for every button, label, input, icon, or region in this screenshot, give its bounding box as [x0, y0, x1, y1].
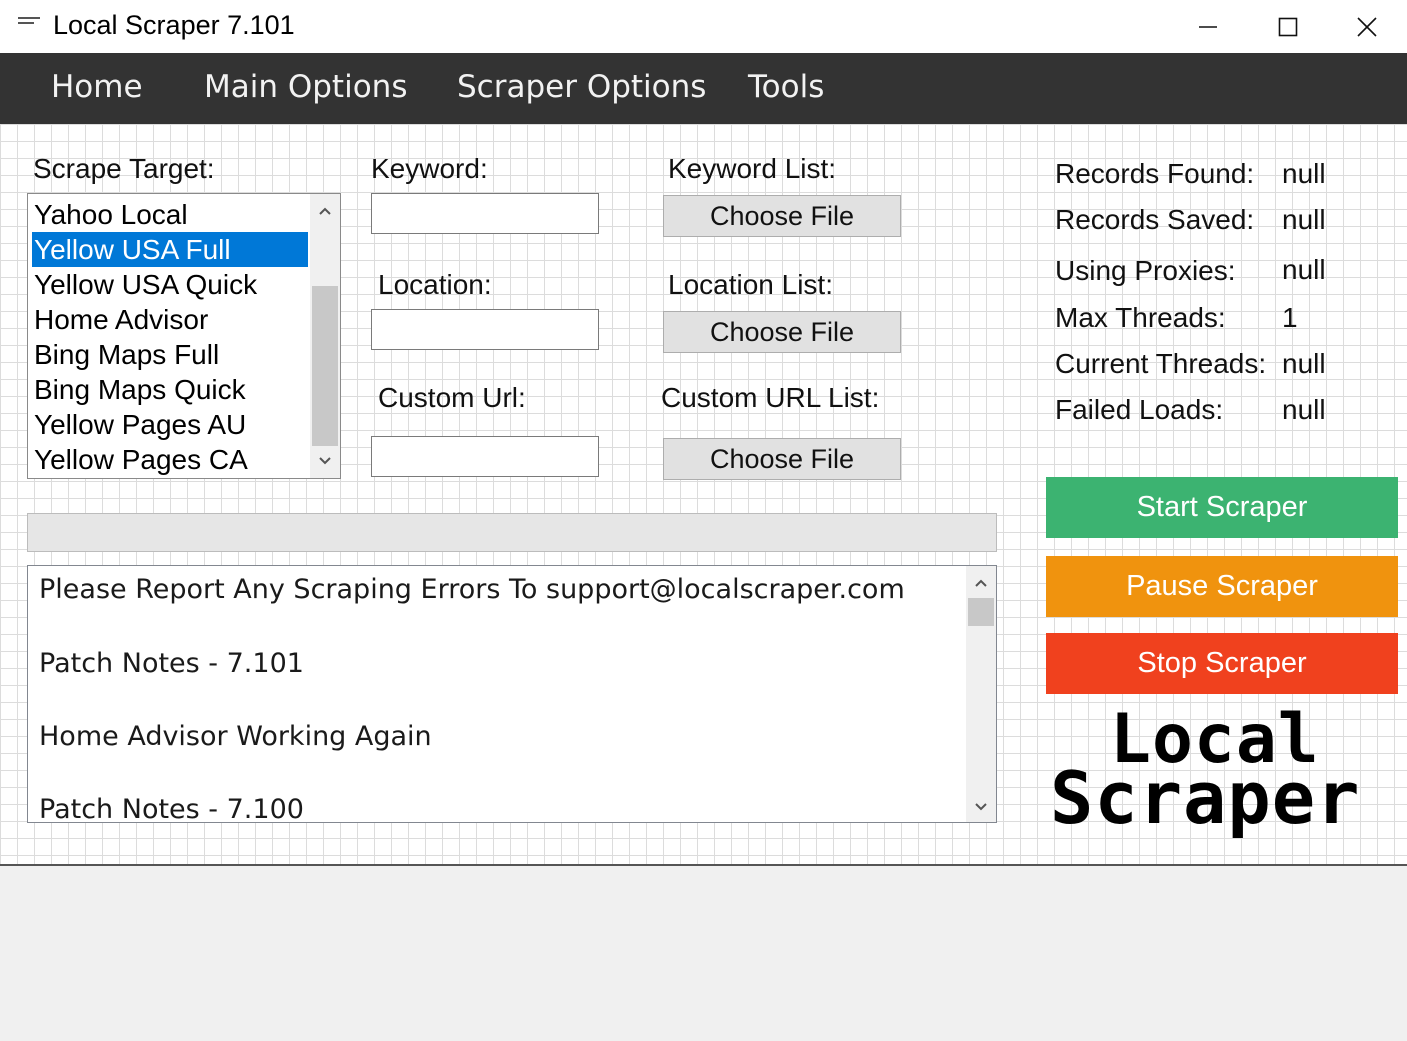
scrape-target-label: Scrape Target:: [33, 153, 215, 184]
log-scroll-up-button[interactable]: [966, 570, 996, 596]
log-line: Please Report Any Scraping Errors To sup…: [39, 574, 905, 605]
log-line: Patch Notes - 7.100: [39, 794, 304, 823]
keyword-list-choose-file-button[interactable]: Choose File: [663, 195, 901, 237]
list-item[interactable]: Yellow Pages AU: [32, 407, 308, 442]
menu-home[interactable]: Home: [51, 69, 143, 105]
log-line: Home Advisor Working Again: [39, 721, 432, 752]
scrape-target-list[interactable]: Yahoo Local Yellow USA Full Yellow USA Q…: [27, 193, 341, 479]
keyword-input[interactable]: [371, 193, 599, 234]
close-icon: [1357, 16, 1377, 37]
location-input[interactable]: [371, 309, 599, 350]
list-item[interactable]: Yellow USA Quick: [32, 267, 308, 302]
using-proxies-value: null: [1282, 254, 1326, 285]
custom-url-list-choose-file-button[interactable]: Choose File: [663, 438, 901, 480]
window-title: Local Scraper 7.101: [53, 10, 295, 40]
minimize-icon: [1199, 25, 1217, 28]
menu-tools[interactable]: Tools: [748, 69, 824, 105]
list-item[interactable]: Bing Maps Quick: [32, 372, 308, 407]
log-line: Patch Notes - 7.101: [39, 648, 304, 679]
records-saved-value: null: [1282, 204, 1326, 235]
app-icon: [18, 17, 40, 29]
custom-url-label: Custom Url:: [378, 382, 526, 413]
chevron-up-icon: [975, 579, 987, 587]
list-scrollbar[interactable]: [310, 194, 340, 478]
list-item[interactable]: Home Advisor: [32, 302, 308, 337]
custom-url-list-label: Custom URL List:: [661, 382, 880, 413]
chevron-down-icon: [319, 457, 331, 465]
current-threads-label: Current Threads:: [1055, 348, 1267, 379]
menu-scraper-options[interactable]: Scraper Options: [457, 69, 706, 105]
logo-line-2: Scraper: [1050, 756, 1361, 840]
chevron-down-icon: [975, 803, 987, 811]
stop-scraper-button[interactable]: Stop Scraper: [1046, 633, 1398, 694]
maximize-icon: [1278, 17, 1298, 36]
start-scraper-button[interactable]: Start Scraper: [1046, 477, 1398, 538]
records-found-label: Records Found:: [1055, 158, 1255, 189]
log-scroll-thumb[interactable]: [968, 598, 994, 626]
list-item-selected[interactable]: Yellow USA Full: [32, 232, 308, 267]
local-scraper-logo: Local Scraper: [1050, 700, 1390, 845]
log-scroll-down-button[interactable]: [966, 794, 996, 820]
title-bar: Local Scraper 7.101: [0, 0, 1407, 53]
records-found-value: null: [1282, 158, 1326, 189]
scroll-up-button[interactable]: [310, 198, 340, 224]
progress-bar: [27, 513, 997, 552]
list-item[interactable]: Yahoo Local: [32, 197, 308, 232]
using-proxies-label: Using Proxies:: [1055, 255, 1236, 286]
scroll-thumb[interactable]: [312, 286, 338, 446]
max-threads-label: Max Threads:: [1055, 302, 1226, 333]
failed-loads-label: Failed Loads:: [1055, 394, 1224, 425]
chevron-up-icon: [319, 207, 331, 215]
scroll-down-button[interactable]: [310, 448, 340, 474]
keyword-label: Keyword:: [371, 153, 488, 184]
max-threads-value: 1: [1282, 302, 1298, 333]
log-scrollbar[interactable]: [966, 566, 996, 822]
custom-url-input[interactable]: [371, 436, 599, 477]
pause-scraper-button[interactable]: Pause Scraper: [1046, 556, 1398, 617]
location-list-label: Location List:: [668, 269, 833, 300]
menu-main-options[interactable]: Main Options: [204, 69, 407, 105]
close-button[interactable]: [1327, 0, 1407, 53]
current-threads-value: null: [1282, 348, 1326, 379]
minimize-button[interactable]: [1168, 0, 1248, 53]
keyword-list-label: Keyword List:: [668, 153, 837, 184]
failed-loads-value: null: [1282, 394, 1326, 425]
bottom-panel: [0, 864, 1407, 1041]
maximize-button[interactable]: [1248, 0, 1328, 53]
records-saved-label: Records Saved:: [1055, 204, 1255, 235]
list-item[interactable]: Yellow Pages CA: [32, 442, 308, 477]
menu-bar: Home Main Options Scraper Options Tools: [0, 53, 1407, 124]
log-textarea[interactable]: Please Report Any Scraping Errors To sup…: [27, 565, 997, 823]
location-list-choose-file-button[interactable]: Choose File: [663, 311, 901, 353]
list-item[interactable]: Bing Maps Full: [32, 337, 308, 372]
location-label: Location:: [378, 269, 492, 300]
